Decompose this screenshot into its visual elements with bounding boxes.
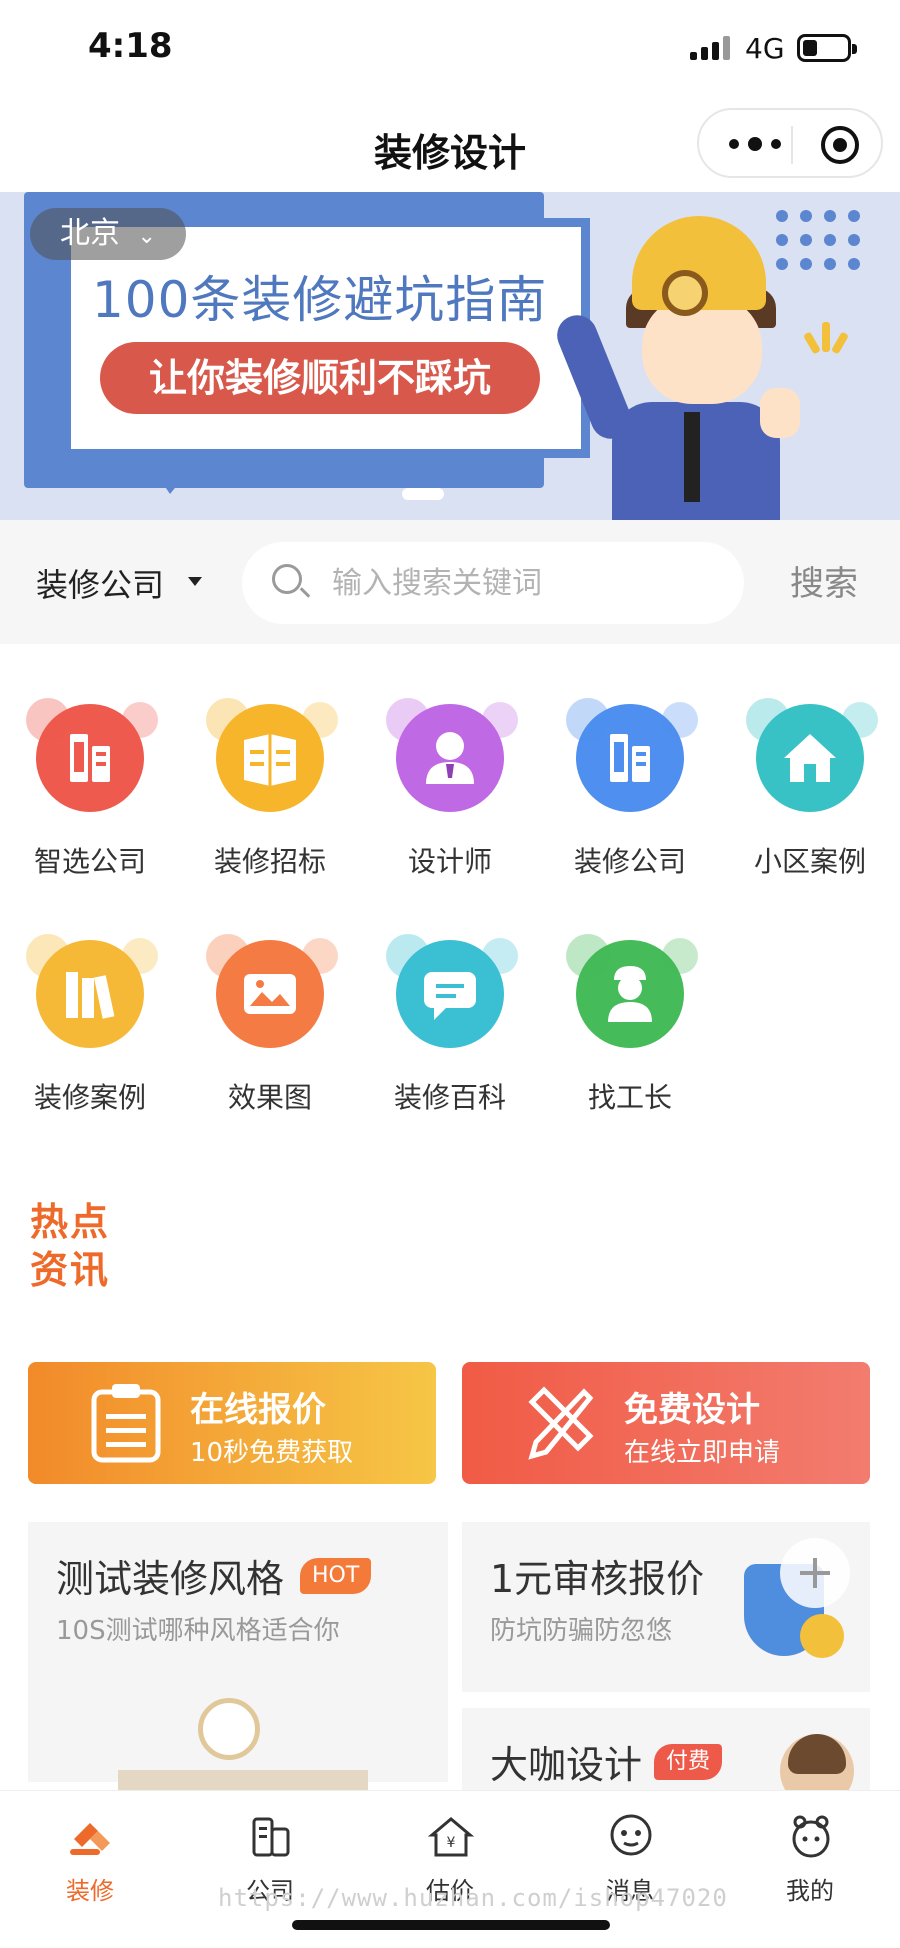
image-icon (206, 934, 338, 1048)
chat-icon (386, 934, 518, 1048)
ruler-pencil-icon (528, 1386, 594, 1460)
caret-down-icon[interactable] (188, 577, 202, 586)
yuan-house-icon: ¥ (428, 1817, 474, 1857)
banner-dots-deco (776, 210, 860, 270)
grid-item-label: 装修百科 (393, 1081, 506, 1114)
tab-label: 我的 (786, 1877, 834, 1905)
tab-profile[interactable]: 我的 (720, 1813, 900, 1913)
grid-item-decoration-cases[interactable]: 装修案例 (0, 880, 180, 1114)
capsule-divider (791, 126, 793, 164)
card-title: 大咖设计 (490, 1743, 643, 1787)
carousel-indicator (402, 488, 444, 500)
promo-subtitle: 在线立即申请 (624, 1438, 781, 1468)
card-title: 1元审核报价 (490, 1557, 705, 1601)
grid-item-find-foreman[interactable]: 找工长 (540, 880, 720, 1114)
grid-item-community-cases[interactable]: 小区案例 (720, 644, 900, 878)
grid-item-renderings[interactable]: 效果图 (180, 880, 360, 1114)
sparkle-icon (803, 322, 849, 355)
thumbs-up-icon (760, 388, 800, 438)
clock-icon (198, 1698, 260, 1760)
company-icon (26, 698, 158, 812)
status-bar: 4:18 4G (0, 0, 900, 100)
clipboard-icon (91, 1384, 161, 1463)
mascot-helmet-icon (632, 216, 766, 316)
building-icon (252, 1817, 290, 1857)
watermark: https://www.huzhan.com/ishop47020 (218, 1884, 728, 1912)
coin-icon (800, 1614, 844, 1658)
signal-icon (690, 36, 730, 60)
grid-item-label: 设计师 (407, 845, 492, 878)
worker-icon (566, 934, 698, 1048)
mascot-face (642, 296, 762, 404)
grid-item-encyclopedia[interactable]: 装修百科 (360, 880, 540, 1114)
grid-item-label: 装修公司 (573, 845, 686, 878)
search-category-selector[interactable]: 装修公司 (36, 560, 164, 606)
grid-item-label: 装修招标 (213, 845, 326, 878)
search-input[interactable] (332, 558, 712, 608)
banner-headline: 100条装修避坑指南 (92, 271, 548, 329)
navigation-bar: 装修设计 (0, 100, 900, 192)
bid-icon (206, 698, 338, 812)
battery-icon (797, 34, 857, 62)
banner-speech-tail (140, 450, 206, 494)
card-subtitle: 防坑防骗防忽悠 (490, 1616, 673, 1646)
paid-badge: 付费 (654, 1744, 723, 1780)
mascot-tie (684, 412, 700, 502)
promo-banner[interactable]: 100条装修避坑指南 让你装修顺利不踩坑 北京 ⌄ (0, 192, 900, 520)
promo-title: 免费设计 (624, 1390, 760, 1430)
grid-item-label: 找工长 (587, 1081, 672, 1114)
company-icon (566, 698, 698, 812)
card-subtitle: 10S测试哪种风格适合你 (56, 1616, 340, 1646)
grid-item-label: 装修案例 (33, 1081, 146, 1114)
city-label: 北京 (60, 216, 120, 251)
more-icon[interactable] (729, 132, 781, 156)
city-selector[interactable]: 北京 ⌄ (30, 208, 186, 260)
grid-item-label: 智选公司 (33, 845, 146, 878)
style-test-card[interactable]: 测试装修风格 HOT 10S测试哪种风格适合你 (28, 1522, 448, 1790)
card-title: 测试装修风格 (56, 1557, 285, 1601)
search-button[interactable]: 搜索 (790, 556, 858, 605)
quote-audit-card[interactable]: 1元审核报价 防坑防骗防忽悠 (462, 1522, 870, 1692)
message-icon (610, 1814, 652, 1856)
hammer-icon (70, 1823, 110, 1855)
grid-item-designer[interactable]: 设计师 (360, 644, 540, 878)
tab-decoration[interactable]: 装修 (0, 1813, 180, 1913)
home-indicator (292, 1920, 610, 1930)
search-icon (272, 564, 302, 594)
chevron-down-icon: ⌄ (137, 224, 156, 249)
grid-item-decoration-company[interactable]: 装修公司 (540, 644, 720, 878)
promo-subtitle: 10秒免费获取 (190, 1438, 354, 1468)
tab-label: 装修 (66, 1877, 114, 1905)
search-box[interactable] (242, 542, 744, 624)
banner-pill: 让你装修顺利不踩坑 (100, 342, 540, 414)
hot-news-title: 热点 资讯 (30, 1198, 110, 1294)
hot-news-line1: 热点 (30, 1200, 111, 1244)
designer-icon (386, 698, 518, 812)
profile-icon (792, 1815, 830, 1858)
hot-news-line2: 资讯 (30, 1248, 111, 1292)
feature-grid: 智选公司 装修招标 设计师 装修公司 小区案例 装修案例 效果图 装修百科 找工… (0, 644, 900, 1164)
miniprogram-capsule (697, 108, 883, 178)
network-label: 4G (745, 32, 785, 65)
free-design-button[interactable]: 免费设计 在线立即申请 (462, 1362, 870, 1484)
floating-add-button[interactable] (780, 1538, 850, 1608)
room-illustration (118, 1770, 368, 1790)
hot-badge: HOT (300, 1558, 372, 1594)
svg-text:¥: ¥ (447, 1835, 456, 1851)
status-time: 4:18 (88, 26, 173, 66)
grid-item-bidding[interactable]: 装修招标 (180, 644, 360, 878)
promo-title: 在线报价 (190, 1390, 326, 1430)
books-icon (26, 934, 158, 1048)
grid-item-label: 效果图 (227, 1081, 312, 1114)
grid-item-smart-company[interactable]: 智选公司 (0, 644, 180, 878)
house-icon (746, 698, 878, 812)
grid-item-label: 小区案例 (753, 845, 866, 878)
online-quote-button[interactable]: 在线报价 10秒免费获取 (28, 1362, 436, 1484)
search-row: 装修公司 搜索 (0, 520, 900, 644)
close-target-icon[interactable] (821, 126, 859, 164)
